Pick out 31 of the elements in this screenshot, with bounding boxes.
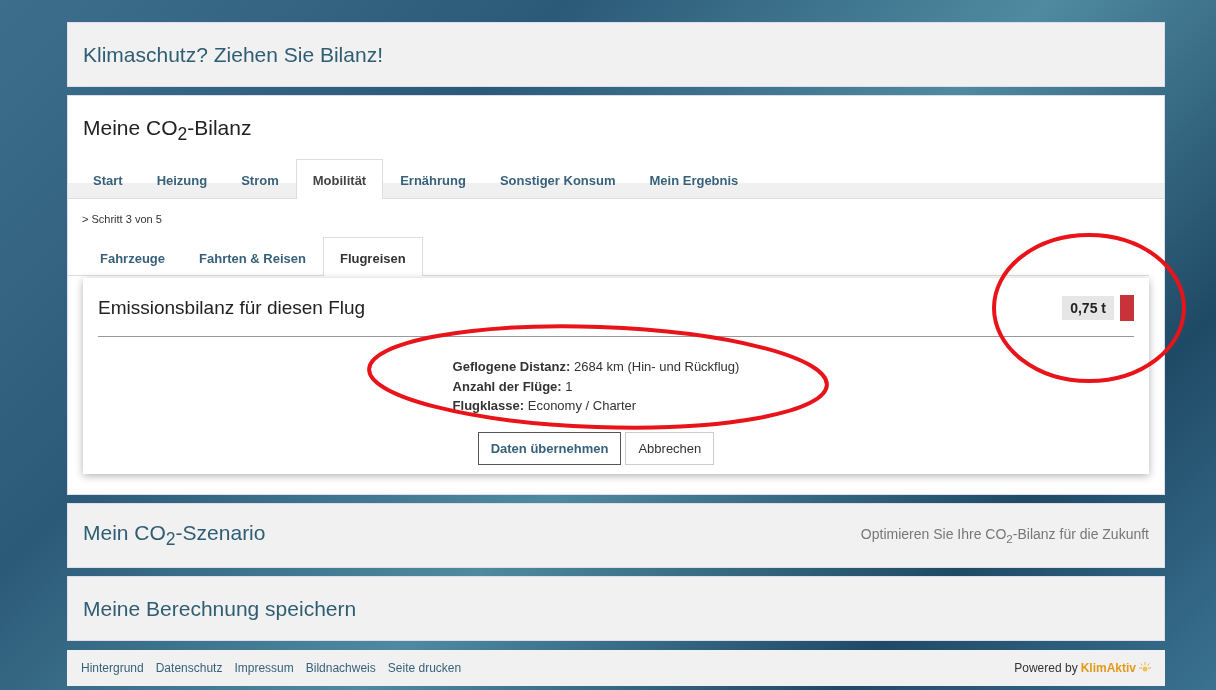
emission-value: 0,75 t xyxy=(1062,296,1114,320)
scenario-subtitle: Optimieren Sie Ihre CO$_{2}$-Bilanz für die Zukunft xyxy=(860,526,1149,545)
emission-bar-icon xyxy=(1120,295,1134,321)
save-title: Meine Berechnung speichern xyxy=(83,596,357,621)
footer-link[interactable]: Hintergrund xyxy=(81,661,144,675)
sun-icon xyxy=(1139,662,1151,674)
footer-link[interactable]: Bildnachweis xyxy=(305,661,376,675)
category-tab[interactable]: Start xyxy=(76,159,140,199)
footer-link[interactable]: Impressum xyxy=(234,661,294,675)
detail-line: Anzahl der Flüge: 1 xyxy=(452,377,574,396)
scenario-title: Mein CO$_{2}$-Szenario xyxy=(83,520,266,551)
subcategory-tab[interactable]: Flugreisen xyxy=(322,237,423,276)
category-tab[interactable]: Sonstiger Konsum xyxy=(482,159,633,199)
category-tab[interactable]: Ernährung xyxy=(383,159,483,199)
footer-link[interactable]: Datenschutz xyxy=(155,661,223,675)
category-tab[interactable]: Mein Ergebnis xyxy=(632,159,756,199)
footer-link[interactable]: Seite drucken xyxy=(387,661,462,675)
site-title: Klimaschutz? Ziehen Sie Bilanz! xyxy=(83,42,383,67)
detail-line: Flugklasse: Economy / Charter xyxy=(452,397,638,415)
category-tab[interactable]: Heizung xyxy=(139,159,225,199)
apply-button[interactable]: Daten übernehmen xyxy=(477,431,622,465)
cancel-button[interactable]: Abbrechen xyxy=(625,431,715,465)
subcategory-tab[interactable]: Fahrten & Reisen xyxy=(182,237,323,276)
subcategory-tab[interactable]: Fahrzeuge xyxy=(83,237,182,276)
step-indicator: > Schritt 3 von 5 xyxy=(81,212,163,227)
card-title: Emissionsbilanz für diesen Flug xyxy=(98,297,366,319)
category-tab[interactable]: Strom xyxy=(224,159,296,199)
category-tab[interactable]: Mobilität xyxy=(295,159,384,199)
powered-by-label: Powered by xyxy=(1014,661,1078,675)
detail-line: Geflogene Distanz: 2684 km (Hin- und Rückflug) xyxy=(452,358,740,376)
calculator-title: Meine CO$_{2}$-Bilanz xyxy=(82,115,253,147)
